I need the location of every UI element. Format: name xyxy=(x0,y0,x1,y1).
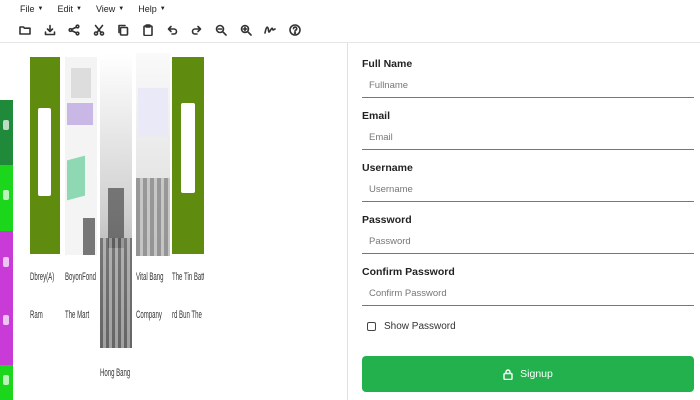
cut-icon[interactable] xyxy=(91,22,107,38)
copy-icon[interactable] xyxy=(115,22,131,38)
cover-card[interactable]: Dbrey(A) Ram xyxy=(30,48,60,328)
caret-down-icon: ▼ xyxy=(75,5,82,12)
menu-bar: File ▼ Edit ▼ View ▼ Help ▼ xyxy=(0,0,700,17)
cover-title: BoyonFond xyxy=(65,271,96,283)
email-input[interactable] xyxy=(362,126,694,150)
show-password-checkbox[interactable] xyxy=(367,322,376,331)
menu-edit-label: Edit xyxy=(57,3,73,14)
caret-down-icon: ▼ xyxy=(118,5,125,12)
cover-subtitle: rd Bun The xyxy=(172,309,202,321)
zoom-in-icon[interactable] xyxy=(238,22,254,38)
menu-file-label: File xyxy=(20,3,35,14)
fullname-label: Full Name xyxy=(362,58,413,70)
fullname-input[interactable] xyxy=(362,74,694,98)
green-strip xyxy=(0,100,13,165)
password-label: Password xyxy=(362,214,412,226)
lime-strip-bottom xyxy=(0,365,13,400)
caret-down-icon: ▼ xyxy=(159,5,166,12)
download-icon[interactable] xyxy=(42,22,58,38)
confirm-password-label: Confirm Password xyxy=(362,266,455,278)
confirm-password-input[interactable] xyxy=(362,282,694,306)
cover-title: Hong Bang xyxy=(100,367,131,379)
redo-icon[interactable] xyxy=(189,22,205,38)
menu-help-label: Help xyxy=(138,3,157,14)
magenta-strip xyxy=(0,231,13,365)
cover-title: Dbrey(A) xyxy=(30,271,55,283)
username-label: Username xyxy=(362,162,413,174)
cover-subtitle: The Mart xyxy=(65,309,90,321)
document-preview-panel[interactable]: Dbrey(A) Ram BoyonFond The Mart Hong Ban… xyxy=(0,43,348,400)
show-password-toggle[interactable]: Show Password xyxy=(367,321,456,332)
signup-button[interactable]: Signup xyxy=(362,356,694,392)
cover-card[interactable]: The Tin Batte rd Bun The xyxy=(172,48,204,328)
menu-help[interactable]: Help ▼ xyxy=(138,4,165,14)
cover-title: The Tin Batte xyxy=(172,271,204,283)
caret-down-icon: ▼ xyxy=(37,5,44,12)
cover-subtitle: Company xyxy=(136,309,162,321)
menu-view[interactable]: View ▼ xyxy=(96,4,124,14)
open-folder-icon[interactable] xyxy=(17,22,33,38)
menu-view-label: View xyxy=(95,3,116,14)
lock-icon xyxy=(503,368,513,380)
cover-subtitle: Ram xyxy=(30,309,43,321)
username-input[interactable] xyxy=(362,178,694,202)
password-input[interactable] xyxy=(362,230,694,254)
menu-edit[interactable]: Edit ▼ xyxy=(57,4,81,14)
signup-button-label: Signup xyxy=(520,368,553,380)
paste-icon[interactable] xyxy=(140,22,156,38)
show-password-label: Show Password xyxy=(384,321,456,332)
signature-icon[interactable] xyxy=(262,22,278,38)
lime-strip xyxy=(0,165,13,231)
cover-card[interactable]: BoyonFond The Mart xyxy=(65,48,97,328)
email-label: Email xyxy=(362,110,391,122)
cover-title: Vital Bang xyxy=(136,271,164,283)
menu-file[interactable]: File ▼ xyxy=(20,4,43,14)
help-icon[interactable] xyxy=(287,22,303,38)
toolbar xyxy=(0,17,700,43)
zoom-out-icon[interactable] xyxy=(213,22,229,38)
cover-card[interactable]: Vital Bang Company xyxy=(136,48,170,328)
share-icon[interactable] xyxy=(66,22,82,38)
undo-icon[interactable] xyxy=(164,22,180,38)
cover-card[interactable]: Hong Bang xyxy=(100,48,132,388)
